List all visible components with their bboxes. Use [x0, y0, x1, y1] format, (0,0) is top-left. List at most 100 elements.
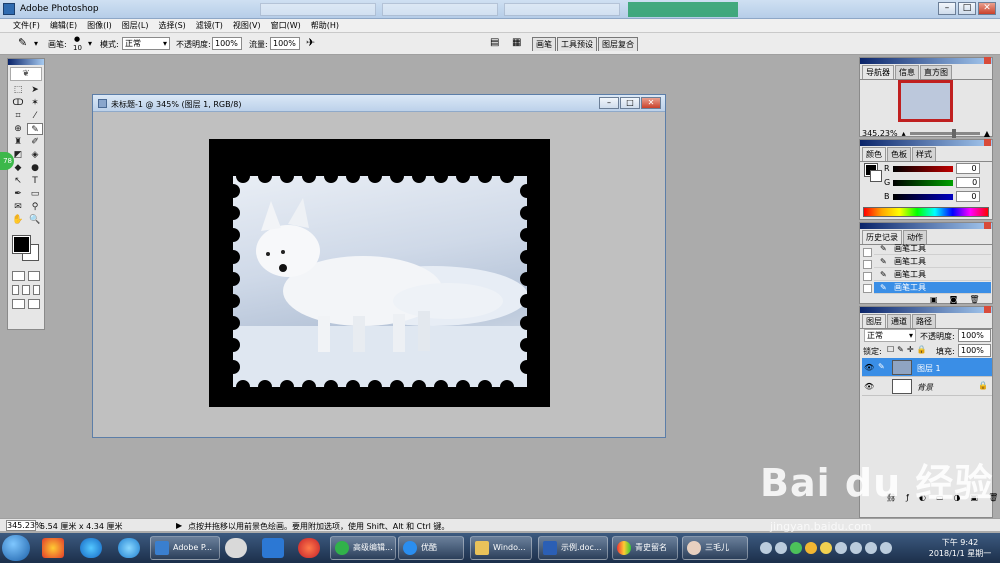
history-item[interactable]: ✎ 画笔工具 [874, 269, 991, 281]
layer-row[interactable]: 👁 背景 🔒 [862, 377, 992, 396]
color-spectrum[interactable] [863, 207, 989, 217]
status-doc-size[interactable]: 5.54 厘米 x 4.34 厘米 [40, 521, 123, 532]
history-snapshot-check[interactable] [863, 284, 872, 293]
layer-visibility-eye-icon[interactable]: 👁 [864, 363, 874, 372]
paint-bucket-tool-icon[interactable]: ◈ [27, 149, 43, 161]
color-b-input[interactable]: 0 [955, 191, 980, 202]
minimize-button[interactable]: – [938, 2, 956, 15]
brush-tool-icon[interactable]: ✎ [18, 36, 27, 49]
navigator-panel-header[interactable] [860, 57, 992, 64]
tray-keyboard-icon[interactable] [760, 542, 772, 554]
tray-volume-icon[interactable] [880, 542, 892, 554]
well-tab-layer-comps[interactable]: 图层复合 [598, 37, 638, 51]
type-tool-icon[interactable]: T [27, 175, 43, 187]
shape-tool-icon[interactable]: ▭ [27, 188, 43, 200]
palette-well-icon[interactable]: ▦ [512, 37, 521, 48]
zoom-out-icon[interactable]: ▴ [902, 129, 906, 138]
tab-navigator[interactable]: 导航器 [862, 65, 894, 79]
new-document-from-state-icon[interactable]: ▣ [930, 295, 938, 304]
feather-logo-icon[interactable]: ❦ [10, 67, 42, 81]
panda-app-icon[interactable] [225, 538, 247, 558]
tab-styles[interactable]: 样式 [912, 147, 936, 161]
taskbar-button-explorer[interactable]: Windo... [470, 536, 532, 560]
tray-network-icon[interactable] [775, 542, 787, 554]
history-snapshot-check[interactable] [863, 248, 872, 257]
taskbar-button-editor[interactable]: 高级编辑... [330, 536, 396, 560]
layers-panel-header[interactable] [860, 306, 992, 313]
taskbar-button-photoshop[interactable]: Adobe P... [150, 536, 220, 560]
file-browser-icon[interactable]: ▤ [490, 37, 499, 48]
taskbar-button-word[interactable]: 示例.doc... [538, 536, 608, 560]
hand-tool-icon[interactable]: ✋ [10, 214, 26, 226]
zoom-tool-icon[interactable]: 🔍 [27, 214, 43, 226]
menu-filter[interactable]: 滤镜(T) [191, 19, 228, 32]
notes-tool-icon[interactable]: ✉ [10, 201, 26, 213]
screen-mode-full-menu-icon[interactable] [22, 285, 30, 295]
color-g-input[interactable]: 0 [956, 177, 981, 188]
menu-layer[interactable]: 图层(L) [117, 19, 154, 32]
color-r-slider[interactable] [892, 165, 953, 172]
lock-image-icon[interactable]: ✎ [897, 345, 904, 354]
menu-view[interactable]: 视图(V) [228, 19, 266, 32]
tray-security-icon[interactable] [790, 542, 802, 554]
tab-layers[interactable]: 图层 [862, 314, 886, 328]
document-canvas[interactable] [209, 139, 550, 407]
taskbar-button-chat[interactable]: 三毛儿 [682, 536, 748, 560]
lasso-tool-icon[interactable]: ↀ [10, 97, 26, 109]
navigator-thumbnail[interactable] [898, 80, 953, 122]
menu-window[interactable]: 窗口(W) [266, 19, 306, 32]
tray-display-icon[interactable] [865, 542, 877, 554]
path-selection-tool-icon[interactable]: ↖ [10, 175, 26, 187]
clone-stamp-tool-icon[interactable]: ♜ [10, 136, 26, 148]
document-titlebar[interactable]: 未标题-1 @ 345% (图层 1, RGB/8) – □ ✕ [93, 95, 665, 112]
ie-browser-icon[interactable] [80, 538, 102, 558]
screen-mode-standard-icon[interactable] [12, 285, 20, 295]
tab-info[interactable]: 信息 [895, 65, 919, 79]
tab-actions[interactable]: 动作 [903, 230, 927, 244]
new-snapshot-icon[interactable]: ◙ [950, 295, 958, 304]
eyedropper-tool-icon[interactable]: ⚲ [27, 201, 43, 213]
grid-app-icon[interactable] [262, 538, 284, 558]
edit-check-icon[interactable] [27, 299, 40, 309]
history-snapshot-check[interactable] [863, 260, 872, 269]
history-brush-tool-icon[interactable]: ✐ [27, 136, 43, 148]
tab-channels[interactable]: 通道 [887, 314, 911, 328]
blend-mode-select[interactable]: 正常 ▾ [864, 329, 916, 342]
menu-help[interactable]: 帮助(H) [306, 19, 344, 32]
tab-history[interactable]: 历史记录 [862, 230, 902, 244]
healing-brush-tool-icon[interactable]: ⊕ [10, 123, 26, 135]
status-arrow-icon[interactable]: ▶ [176, 521, 182, 530]
start-button[interactable] [2, 535, 30, 561]
menu-file[interactable]: 文件(F) [8, 19, 45, 32]
quick-mask-mode-icon[interactable] [27, 271, 40, 281]
navigator-close-icon[interactable] [984, 57, 991, 64]
zoom-in-icon[interactable]: ▲ [984, 129, 990, 138]
color-b-slider[interactable] [892, 193, 953, 200]
layer-row-selected[interactable]: 👁 ✎ 图层 1 [862, 358, 992, 377]
video-player-icon[interactable] [298, 538, 320, 558]
taskbar-button-game[interactable]: 青史留名 [612, 536, 678, 560]
marquee-tool-icon[interactable]: ⬚ [10, 84, 26, 96]
tray-chat-icon[interactable] [820, 542, 832, 554]
delete-state-icon[interactable]: 🗑 [969, 295, 979, 304]
lock-all-icon[interactable]: 🔒 [917, 345, 927, 354]
taskbar-button-youku[interactable]: 优酷 [398, 536, 464, 560]
well-tab-tool-presets[interactable]: 工具预设 [557, 37, 597, 51]
history-item-selected[interactable]: ✎ 画笔工具 [874, 282, 991, 294]
foreground-color-swatch[interactable] [12, 235, 31, 254]
brush-size[interactable]: 10 [73, 44, 82, 52]
layers-opacity-input[interactable]: 100% [958, 329, 991, 342]
brush-tool-icon-selected[interactable]: ✎ [27, 123, 43, 135]
crop-tool-icon[interactable]: ⌗ [10, 110, 26, 122]
color-panel-header[interactable] [860, 139, 992, 146]
jump-to-imageready-icon[interactable] [12, 299, 25, 309]
layer-visibility-eye-icon[interactable]: 👁 [864, 382, 874, 391]
fill-input[interactable]: 100% [958, 344, 991, 357]
menu-edit[interactable]: 编辑(E) [45, 19, 82, 32]
brush-picker-chevron-icon[interactable]: ▾ [88, 39, 92, 48]
tab-color[interactable]: 颜色 [862, 147, 886, 161]
color-bg-swatch[interactable] [870, 170, 882, 182]
airbrush-icon[interactable]: ✈ [306, 36, 315, 49]
dodge-tool-icon[interactable]: ● [27, 162, 43, 174]
toolbox-header[interactable] [8, 59, 44, 65]
